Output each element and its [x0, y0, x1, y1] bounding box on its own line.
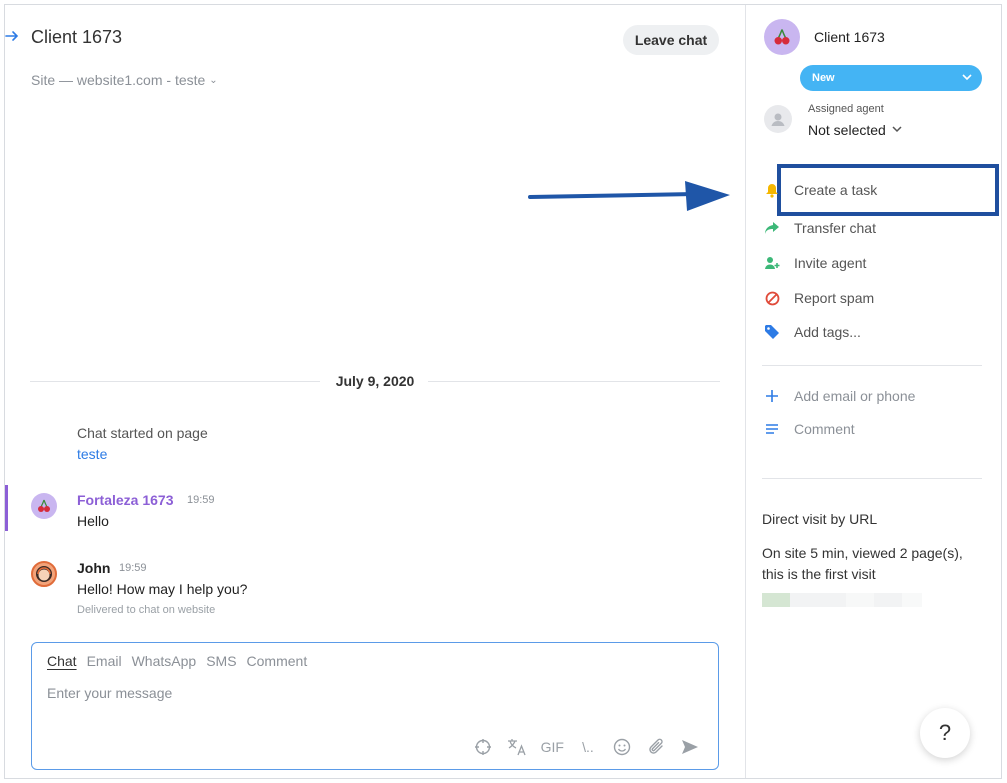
help-button[interactable]: ?	[920, 708, 970, 758]
shortcut-button[interactable]: \..	[578, 737, 598, 757]
message-author: John	[77, 560, 111, 576]
date-separator: July 9, 2020	[30, 373, 720, 389]
action-label: Invite agent	[794, 255, 867, 271]
report-spam-button[interactable]: Report spam	[764, 290, 874, 306]
cherry-avatar-icon	[764, 19, 800, 55]
target-icon[interactable]	[473, 737, 493, 757]
delivery-status: Delivered to chat on website	[77, 604, 216, 616]
plus-icon	[764, 388, 780, 404]
translate-icon[interactable]	[507, 737, 527, 757]
gif-button[interactable]: GIF	[541, 737, 564, 757]
client-name: Client 1673	[814, 29, 885, 45]
site-selector[interactable]: Site — website1.com - teste ⌄	[31, 72, 218, 88]
assigned-agent-value: Not selected	[808, 122, 886, 138]
tab-sms[interactable]: SMS	[206, 653, 236, 669]
chat-title: Client 1673	[31, 27, 123, 47]
action-label: Add tags...	[794, 324, 861, 340]
action-label: Report spam	[794, 290, 875, 306]
composer-tabs: Chat Email WhatsApp SMS Comment	[47, 653, 307, 669]
visit-segment	[846, 593, 874, 607]
chevron-down-icon	[962, 72, 972, 84]
emoji-icon[interactable]	[612, 737, 632, 757]
divider	[762, 365, 982, 366]
chat-panel: Client 1673 Leave chat Site — website1.c…	[5, 5, 745, 778]
back-arrow-icon[interactable]	[5, 29, 19, 43]
create-task-button[interactable]: Create a task	[764, 182, 877, 198]
client-sidebar: Client 1673 New Assigned agent Not selec…	[745, 5, 1001, 778]
attach-icon[interactable]	[646, 737, 666, 757]
tab-whatsapp[interactable]: WhatsApp	[132, 653, 197, 669]
share-arrow-icon	[764, 220, 780, 236]
visit-info: On site 5 min, viewed 2 page(s), this is…	[762, 545, 963, 582]
divider	[30, 381, 320, 382]
tab-email[interactable]: Email	[87, 653, 122, 669]
add-email-phone-button[interactable]: Add email or phone	[764, 388, 915, 404]
site-line-text: Site — website1.com - teste	[31, 72, 206, 88]
bell-icon	[764, 182, 780, 198]
action-label: Create a task	[794, 182, 878, 198]
visit-segment	[762, 593, 790, 607]
action-label: Transfer chat	[794, 220, 876, 236]
message-text: Hello! How may I help you?	[77, 581, 248, 597]
chat-started-link[interactable]: teste	[77, 446, 107, 462]
message-marker	[5, 485, 8, 531]
status-dropdown[interactable]: New	[800, 65, 982, 91]
chevron-down-icon: ⌄	[209, 74, 218, 86]
divider	[428, 381, 720, 382]
agent-avatar-icon	[31, 561, 57, 587]
pointer-arrow-icon	[528, 181, 730, 211]
status-value: New	[812, 72, 835, 84]
app-window: Client 1673 Leave chat Site — website1.c…	[4, 4, 1002, 779]
cherry-avatar-icon	[31, 493, 57, 519]
composer-toolbar: GIF \..	[473, 737, 700, 757]
add-tags-button[interactable]: Add tags...	[764, 324, 861, 340]
visit-title: Direct visit by URL	[762, 511, 878, 527]
tab-chat[interactable]: Chat	[47, 653, 77, 669]
divider	[762, 478, 982, 479]
message-composer: Chat Email WhatsApp SMS Comment GIF \..	[31, 642, 719, 770]
add-user-icon	[764, 255, 780, 271]
message-time: 19:59	[187, 494, 215, 506]
user-placeholder-icon	[764, 105, 792, 133]
transfer-chat-button[interactable]: Transfer chat	[764, 220, 876, 236]
send-icon[interactable]	[680, 737, 700, 757]
leave-chat-button[interactable]: Leave chat	[623, 25, 719, 55]
invite-agent-button[interactable]: Invite agent	[764, 255, 866, 271]
assigned-agent-label: Assigned agent	[808, 103, 884, 115]
assigned-agent-dropdown[interactable]: Not selected	[808, 122, 902, 138]
block-icon	[764, 290, 780, 306]
message-input[interactable]	[47, 685, 697, 701]
message-text: Hello	[77, 513, 109, 529]
visit-segment	[874, 593, 902, 607]
tag-icon	[764, 324, 780, 340]
message-time: 19:59	[119, 562, 147, 574]
visit-segment	[902, 593, 922, 607]
extra-label: Comment	[794, 421, 855, 437]
chat-started-text: Chat started on page	[77, 425, 208, 441]
date-label: July 9, 2020	[335, 373, 415, 389]
visit-timeline	[762, 593, 922, 607]
tab-comment[interactable]: Comment	[247, 653, 308, 669]
visit-segment	[790, 593, 846, 607]
comment-button[interactable]: Comment	[764, 421, 855, 437]
message-author: Fortaleza 1673	[77, 492, 174, 508]
extra-label: Add email or phone	[794, 388, 916, 404]
lines-icon	[764, 421, 780, 437]
chevron-down-icon	[892, 125, 902, 136]
